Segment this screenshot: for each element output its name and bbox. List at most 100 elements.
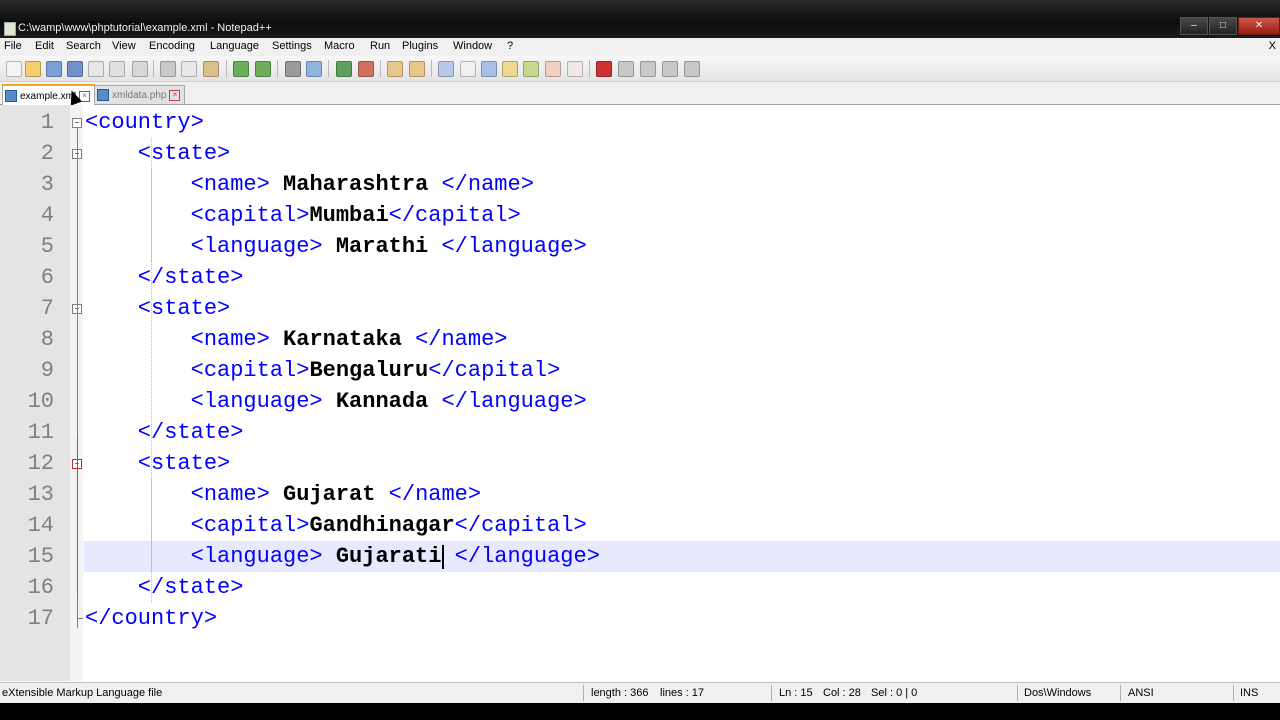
open-file-icon[interactable] <box>25 61 41 77</box>
replace-icon[interactable] <box>306 61 322 77</box>
paste-icon[interactable] <box>203 61 219 77</box>
line-number: 6 <box>40 265 54 290</box>
menu-search[interactable]: Search <box>66 40 101 52</box>
xml-tag: <name> <box>85 172 284 197</box>
code-line[interactable]: 15 <language> Gujarati </language> <box>0 541 1280 572</box>
status-line-number: Ln : 15 <box>779 687 813 699</box>
line-number: 9 <box>40 358 54 383</box>
code-text: <name> Karnataka </name> <box>85 324 508 355</box>
language-icon[interactable] <box>502 61 518 77</box>
menu-file[interactable]: File <box>4 40 22 52</box>
tab-xmldata-php[interactable]: xmldata.php × <box>94 85 186 104</box>
menu-language[interactable]: Language <box>210 40 259 52</box>
print-icon[interactable] <box>132 61 148 77</box>
status-selection: Sel : 0 | 0 <box>871 687 918 699</box>
xml-value: Karnataka <box>283 327 402 352</box>
xml-value: Maharashtra <box>283 172 429 197</box>
xml-tag: <language> <box>85 389 336 414</box>
document-map-icon[interactable] <box>567 61 583 77</box>
code-line[interactable]: 4 <capital>Mumbai</capital> <box>0 200 1280 231</box>
save-all-icon[interactable] <box>67 61 83 77</box>
menu-view[interactable]: View <box>112 40 136 52</box>
xml-tag: </capital> <box>388 203 521 228</box>
play-macro-icon[interactable] <box>640 61 656 77</box>
code-line[interactable]: 12 <state> <box>0 448 1280 479</box>
xml-tag: </name> <box>375 482 482 507</box>
find-icon[interactable] <box>285 61 301 77</box>
word-wrap-icon[interactable] <box>438 61 454 77</box>
close-button[interactable]: ✕ <box>1238 17 1280 35</box>
close-all-icon[interactable] <box>109 61 125 77</box>
xml-tag: <country> <box>85 110 204 135</box>
maximize-button[interactable]: □ <box>1209 17 1237 35</box>
xml-value: Gujarati <box>335 544 442 569</box>
run-macro-multiple-icon[interactable] <box>662 61 678 77</box>
minimize-button[interactable]: ‒ <box>1180 17 1208 35</box>
show-all-characters-icon[interactable] <box>460 61 476 77</box>
menu-macro[interactable]: Macro <box>324 40 355 52</box>
line-number: 11 <box>27 420 54 445</box>
copy-icon[interactable] <box>181 61 197 77</box>
code-line[interactable]: 2 <state> <box>0 138 1280 169</box>
menu-window[interactable]: Window <box>453 40 492 52</box>
xml-tag: <language> <box>85 544 336 569</box>
fold-toggle-icon[interactable]: − <box>72 118 82 128</box>
sync-horizontal-icon[interactable] <box>409 61 425 77</box>
menu-run[interactable]: Run <box>370 40 390 52</box>
cut-icon[interactable] <box>160 61 176 77</box>
fold-line <box>77 128 78 442</box>
zoom-out-icon[interactable] <box>358 61 374 77</box>
close-file-icon[interactable] <box>88 61 104 77</box>
function-list-icon[interactable] <box>545 61 561 77</box>
new-file-icon[interactable] <box>6 61 22 77</box>
close-tab-icon[interactable]: × <box>169 89 181 101</box>
notepad-app-icon[interactable] <box>4 22 16 36</box>
code-line[interactable]: 13 <name> Gujarat </name> <box>0 479 1280 510</box>
line-number: 16 <box>27 575 54 600</box>
save-icon[interactable] <box>46 61 62 77</box>
record-macro-icon[interactable] <box>596 61 612 77</box>
code-line[interactable]: 3 <name> Maharashtra </name> <box>0 169 1280 200</box>
stop-macro-icon[interactable] <box>618 61 634 77</box>
zoom-in-icon[interactable] <box>336 61 352 77</box>
folder-as-workspace-icon[interactable] <box>523 61 539 77</box>
redo-icon[interactable] <box>255 61 271 77</box>
code-line[interactable]: 11 </state> <box>0 417 1280 448</box>
menu-settings[interactable]: Settings <box>272 40 312 52</box>
xml-tag: <name> <box>85 482 284 507</box>
xml-tag: <capital> <box>85 513 310 538</box>
code-editor[interactable]: 1 <country> 2 <state> 3 <name> Maharashtra … <box>0 105 1280 681</box>
menu-edit[interactable]: Edit <box>35 40 54 52</box>
close-document-icon[interactable]: X <box>1269 40 1276 52</box>
line-number: 13 <box>27 482 54 507</box>
xml-tag: <state> <box>85 141 231 166</box>
menu-encoding[interactable]: Encoding <box>149 40 195 52</box>
xml-tag: </language> <box>441 544 600 569</box>
code-line[interactable]: 7 <state> <box>0 293 1280 324</box>
tab-bar: example.xml × xmldata.php × <box>0 82 1280 106</box>
code-line[interactable]: 8 <name> Karnataka </name> <box>0 324 1280 355</box>
indent-guide-icon[interactable] <box>481 61 497 77</box>
menu-plugins[interactable]: Plugins <box>402 40 438 52</box>
code-line[interactable]: 17 </country> <box>0 603 1280 634</box>
code-text: <country> <box>85 107 204 138</box>
sync-vertical-icon[interactable] <box>387 61 403 77</box>
status-column: Col : 28 <box>823 687 861 699</box>
code-line[interactable]: 5 <language> Marathi </language> <box>0 231 1280 262</box>
status-insert-mode: INS <box>1240 687 1259 699</box>
save-macro-icon[interactable] <box>684 61 700 77</box>
code-line[interactable]: 9 <capital>Bengaluru</capital> <box>0 355 1280 386</box>
file-icon <box>5 90 17 102</box>
code-text: <name> Gujarat </name> <box>85 479 481 510</box>
file-icon <box>97 89 109 101</box>
code-line[interactable]: 14 <capital>Gandhinagar</capital> <box>0 510 1280 541</box>
code-line[interactable]: 16 </state> <box>0 572 1280 603</box>
tab-example-xml[interactable]: example.xml × <box>2 84 96 106</box>
code-line[interactable]: 10 <language> Kannada </language> <box>0 386 1280 417</box>
code-text: </state> <box>85 417 244 448</box>
code-line[interactable]: 6 </state> <box>0 262 1280 293</box>
code-line[interactable]: 1 <country> <box>0 107 1280 138</box>
menu-help[interactable]: ? <box>507 40 513 52</box>
indent-guide <box>151 479 152 572</box>
undo-icon[interactable] <box>233 61 249 77</box>
